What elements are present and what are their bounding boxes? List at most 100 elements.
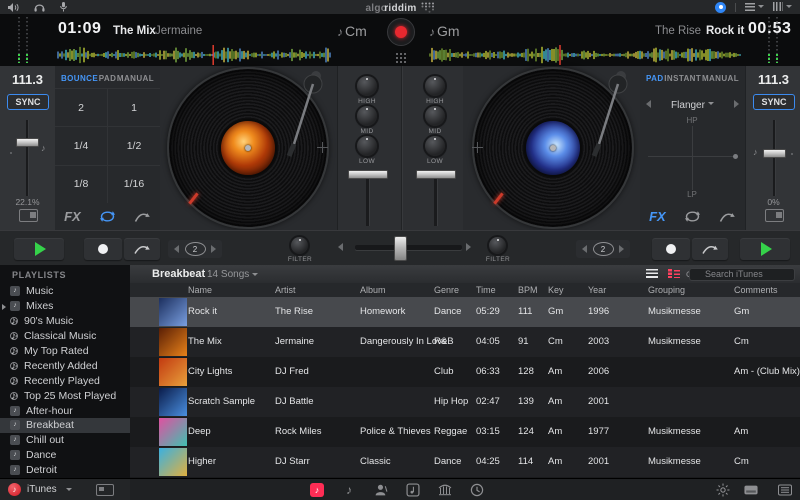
crossfade-right-icon[interactable]	[466, 243, 471, 251]
deck-b-filter-knob[interactable]	[489, 237, 506, 254]
loop-increase-icon[interactable]	[619, 245, 624, 253]
waveform-b[interactable]	[429, 45, 741, 65]
playlist-item[interactable]: ♪ Recently Added	[0, 358, 130, 373]
playlist-item[interactable]: ♪ Detroit	[0, 463, 130, 478]
playlist-item[interactable]: ♪ Dance	[0, 448, 130, 463]
crossfader-handle[interactable]	[394, 236, 407, 261]
playlist-item[interactable]: ♪ Music	[0, 284, 130, 299]
table-header-row[interactable]: Name Artist Album Genre Time BPM Key Year Groupi…	[130, 283, 800, 298]
deck-a-sync-button[interactable]: SYNC	[7, 94, 49, 110]
albums-tab-icon[interactable]	[406, 483, 420, 497]
deck-a-fx-toggle[interactable]: FX	[64, 209, 81, 224]
deck-b-cue-record-button[interactable]	[652, 238, 690, 260]
tracks-tab-icon[interactable]: ♪	[342, 483, 356, 497]
disclosure-icon[interactable]	[2, 303, 6, 310]
artwork-view-icon[interactable]	[668, 269, 680, 278]
sidebar-toggle-icon[interactable]	[95, 483, 114, 496]
playlist-item[interactable]: ♪ Classical Music	[0, 329, 130, 344]
track-row[interactable]: Higher DJ Starr Classic Dance 04:25 114 …	[130, 447, 800, 477]
prev-fx-icon[interactable]	[646, 100, 651, 108]
tab-manual[interactable]: MANUAL	[117, 74, 154, 83]
bounce-pad-button[interactable]: 1/16	[108, 165, 160, 203]
deck-b-jump-button[interactable]	[692, 238, 728, 260]
deck-b-low-knob[interactable]	[425, 136, 445, 156]
track-row[interactable]: The Mix Jermaine Dangerously In Love R&B…	[130, 327, 800, 357]
deck-a-filter-knob[interactable]	[291, 237, 308, 254]
bounce-pad-button[interactable]: 1/2	[108, 127, 160, 165]
column-header[interactable]: Genre	[434, 285, 459, 295]
column-header[interactable]: BPM	[518, 285, 538, 295]
search-input[interactable]	[689, 267, 795, 281]
track-row[interactable]: Deep Rock Miles Police & Thieves Reggae …	[130, 417, 800, 447]
loop-icon[interactable]	[684, 210, 701, 223]
tab-pad[interactable]: PAD	[646, 74, 664, 83]
deck-b-play-button[interactable]	[740, 238, 790, 260]
keyboard-panel-icon[interactable]	[744, 483, 758, 497]
deck-b-pitch-fader[interactable]	[763, 149, 786, 158]
crossfade-left-icon[interactable]	[338, 243, 343, 251]
playlist-item[interactable]: ♪ Breakbeat	[0, 418, 130, 433]
loop-decrease-icon[interactable]	[174, 245, 179, 253]
column-header[interactable]: Comments	[734, 285, 778, 295]
library-source-selector[interactable]: iTunes	[27, 484, 57, 495]
deck-b-loop-stepper[interactable]: 2	[576, 240, 630, 258]
deck-b-sync-button[interactable]: SYNC	[753, 94, 795, 110]
tab-bounce[interactable]: BOUNCE	[61, 74, 98, 83]
column-header[interactable]: Album	[360, 285, 386, 295]
bounce-pad-button[interactable]: 2	[55, 89, 107, 127]
playlist-item[interactable]: ♪ Chill out	[0, 433, 130, 448]
column-header[interactable]: Grouping	[648, 285, 685, 295]
deck-a-play-button[interactable]	[14, 238, 64, 260]
deck-a-loop-stepper[interactable]: 2	[168, 240, 222, 258]
loop-decrease-icon[interactable]	[582, 245, 587, 253]
deck-a-low-knob[interactable]	[357, 136, 377, 156]
next-fx-icon[interactable]	[734, 100, 739, 108]
bounce-pad-button[interactable]: 1/4	[55, 127, 107, 165]
grid-view-icon[interactable]	[395, 52, 406, 63]
bounce-pad-button[interactable]: 1/8	[55, 165, 107, 203]
deck-b-tonearm[interactable]	[585, 68, 641, 168]
song-count-dropdown[interactable]: 14 Songs	[207, 269, 259, 280]
track-row[interactable]: Scratch Sample DJ Battle Hip Hop 02:47 1…	[130, 387, 800, 417]
record-button[interactable]	[387, 18, 415, 46]
mic-icon[interactable]	[60, 2, 67, 12]
column-header[interactable]: Key	[548, 285, 564, 295]
songs-tab-icon[interactable]: ♪	[310, 483, 324, 497]
playlist-item[interactable]: ♪ 90's Music	[0, 314, 130, 329]
deck-a-pitch-fader[interactable]	[16, 138, 39, 147]
loop-icon[interactable]	[99, 210, 116, 223]
deck-a-tonearm[interactable]	[280, 68, 336, 168]
playlist-item[interactable]: ♪ Top 25 Most Played	[0, 388, 130, 403]
playlist-item[interactable]: ♪ Mixes	[0, 299, 130, 314]
deck-a-jump-button[interactable]	[124, 238, 160, 260]
headphones-icon[interactable]	[34, 3, 45, 12]
keyboard-shortcut-icon[interactable]	[765, 209, 784, 222]
queue-list-icon[interactable]	[778, 483, 792, 497]
column-header[interactable]: Year	[588, 285, 606, 295]
deck-a-volume-fader[interactable]	[348, 170, 388, 179]
keyboard-shortcut-icon[interactable]	[19, 209, 38, 222]
xy-pad-handle[interactable]	[733, 154, 738, 159]
bounce-pad-button[interactable]: 1	[108, 89, 160, 127]
censor-jump-icon[interactable]	[134, 210, 151, 223]
deck-b-mid-knob[interactable]	[425, 106, 445, 126]
censor-jump-icon[interactable]	[719, 210, 736, 223]
brightness-icon[interactable]	[716, 483, 730, 497]
tab-manual[interactable]: MANUAL	[702, 74, 739, 83]
genres-tab-icon[interactable]	[438, 483, 452, 497]
column-header[interactable]: Name	[188, 285, 212, 295]
column-header[interactable]: Artist	[275, 285, 296, 295]
artists-tab-icon[interactable]	[374, 483, 388, 497]
deck-a-high-knob[interactable]	[357, 76, 377, 96]
deck-a-cue-record-button[interactable]	[84, 238, 122, 260]
tab-pad[interactable]: PAD	[99, 74, 117, 83]
tab-instant[interactable]: INSTANT	[664, 74, 701, 83]
playlist-item[interactable]: ♪ My Top Rated	[0, 344, 130, 359]
waveform-a[interactable]	[57, 45, 331, 65]
track-row[interactable]: City Lights DJ Fred Club 06:33 128 Am 20…	[130, 357, 800, 387]
column-header[interactable]: Time	[476, 285, 496, 295]
list-view-icon[interactable]	[646, 269, 658, 278]
history-tab-icon[interactable]	[470, 483, 484, 497]
playlist-item[interactable]: ♪ After-hour	[0, 403, 130, 418]
deck-b-fx-toggle[interactable]: FX	[649, 209, 666, 224]
